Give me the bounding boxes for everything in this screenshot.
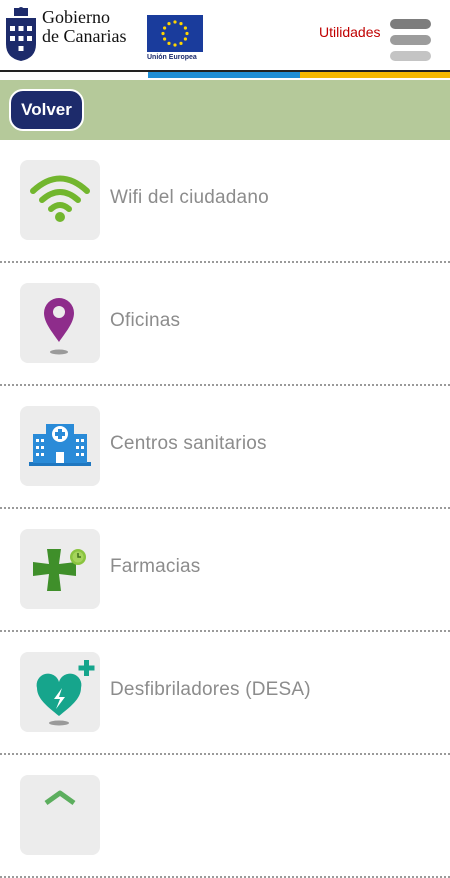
utilidades-link[interactable]: Utilidades bbox=[319, 24, 380, 40]
list-item-label: Oficinas bbox=[110, 310, 181, 331]
eu-flag-icon bbox=[147, 15, 203, 52]
hospital-icon bbox=[20, 406, 100, 486]
map-pin-icon bbox=[20, 283, 100, 363]
gobierno-line2: de Canarias bbox=[42, 26, 127, 46]
list-item-label: Desfibriladores (DESA) bbox=[110, 679, 311, 700]
eu-label: Unión Europea bbox=[147, 54, 197, 61]
eu-logo: Unión Europea bbox=[147, 15, 203, 67]
list-item-farmacias[interactable]: Farmacias bbox=[0, 509, 450, 632]
list-item-wifi[interactable]: Wifi del ciudadano bbox=[0, 140, 450, 263]
pharmacy-cross-icon bbox=[20, 529, 100, 609]
list-item-label: Wifi del ciudadano bbox=[110, 187, 269, 208]
list-item-label: Centros sanitarios bbox=[110, 433, 267, 454]
gobierno-line1: Gobierno bbox=[42, 7, 110, 27]
gobierno-wordmark: Gobierno de Canarias bbox=[42, 8, 126, 46]
menu-bar-2 bbox=[390, 35, 431, 45]
back-button[interactable]: Volver bbox=[9, 89, 84, 131]
list-item-label: Farmacias bbox=[110, 556, 201, 577]
app-header: Gobierno de Canarias Unión Europea Utili… bbox=[0, 0, 450, 72]
gobierno-canarias-logo[interactable]: Gobierno de Canarias bbox=[4, 6, 134, 62]
list-item-oficinas[interactable]: Oficinas bbox=[0, 263, 450, 386]
menu-bar-3 bbox=[390, 51, 431, 61]
house-icon bbox=[20, 775, 100, 855]
defibrillator-heart-icon bbox=[20, 652, 100, 732]
utilities-list: Wifi del ciudadano Oficinas Centros sani… bbox=[0, 140, 450, 878]
list-item-desfibriladores[interactable]: Desfibriladores (DESA) bbox=[0, 632, 450, 755]
list-item-partial[interactable] bbox=[0, 755, 450, 878]
navigation-bar: Volver bbox=[0, 80, 450, 140]
menu-bar-1 bbox=[390, 19, 431, 29]
header-stripe-yellow bbox=[300, 72, 450, 78]
header-stripe-blue bbox=[148, 72, 300, 78]
wifi-icon bbox=[20, 160, 100, 240]
menu-hamburger-icon[interactable] bbox=[390, 19, 431, 61]
canarias-shield-icon bbox=[6, 7, 36, 61]
list-item-centros-sanitarios[interactable]: Centros sanitarios bbox=[0, 386, 450, 509]
